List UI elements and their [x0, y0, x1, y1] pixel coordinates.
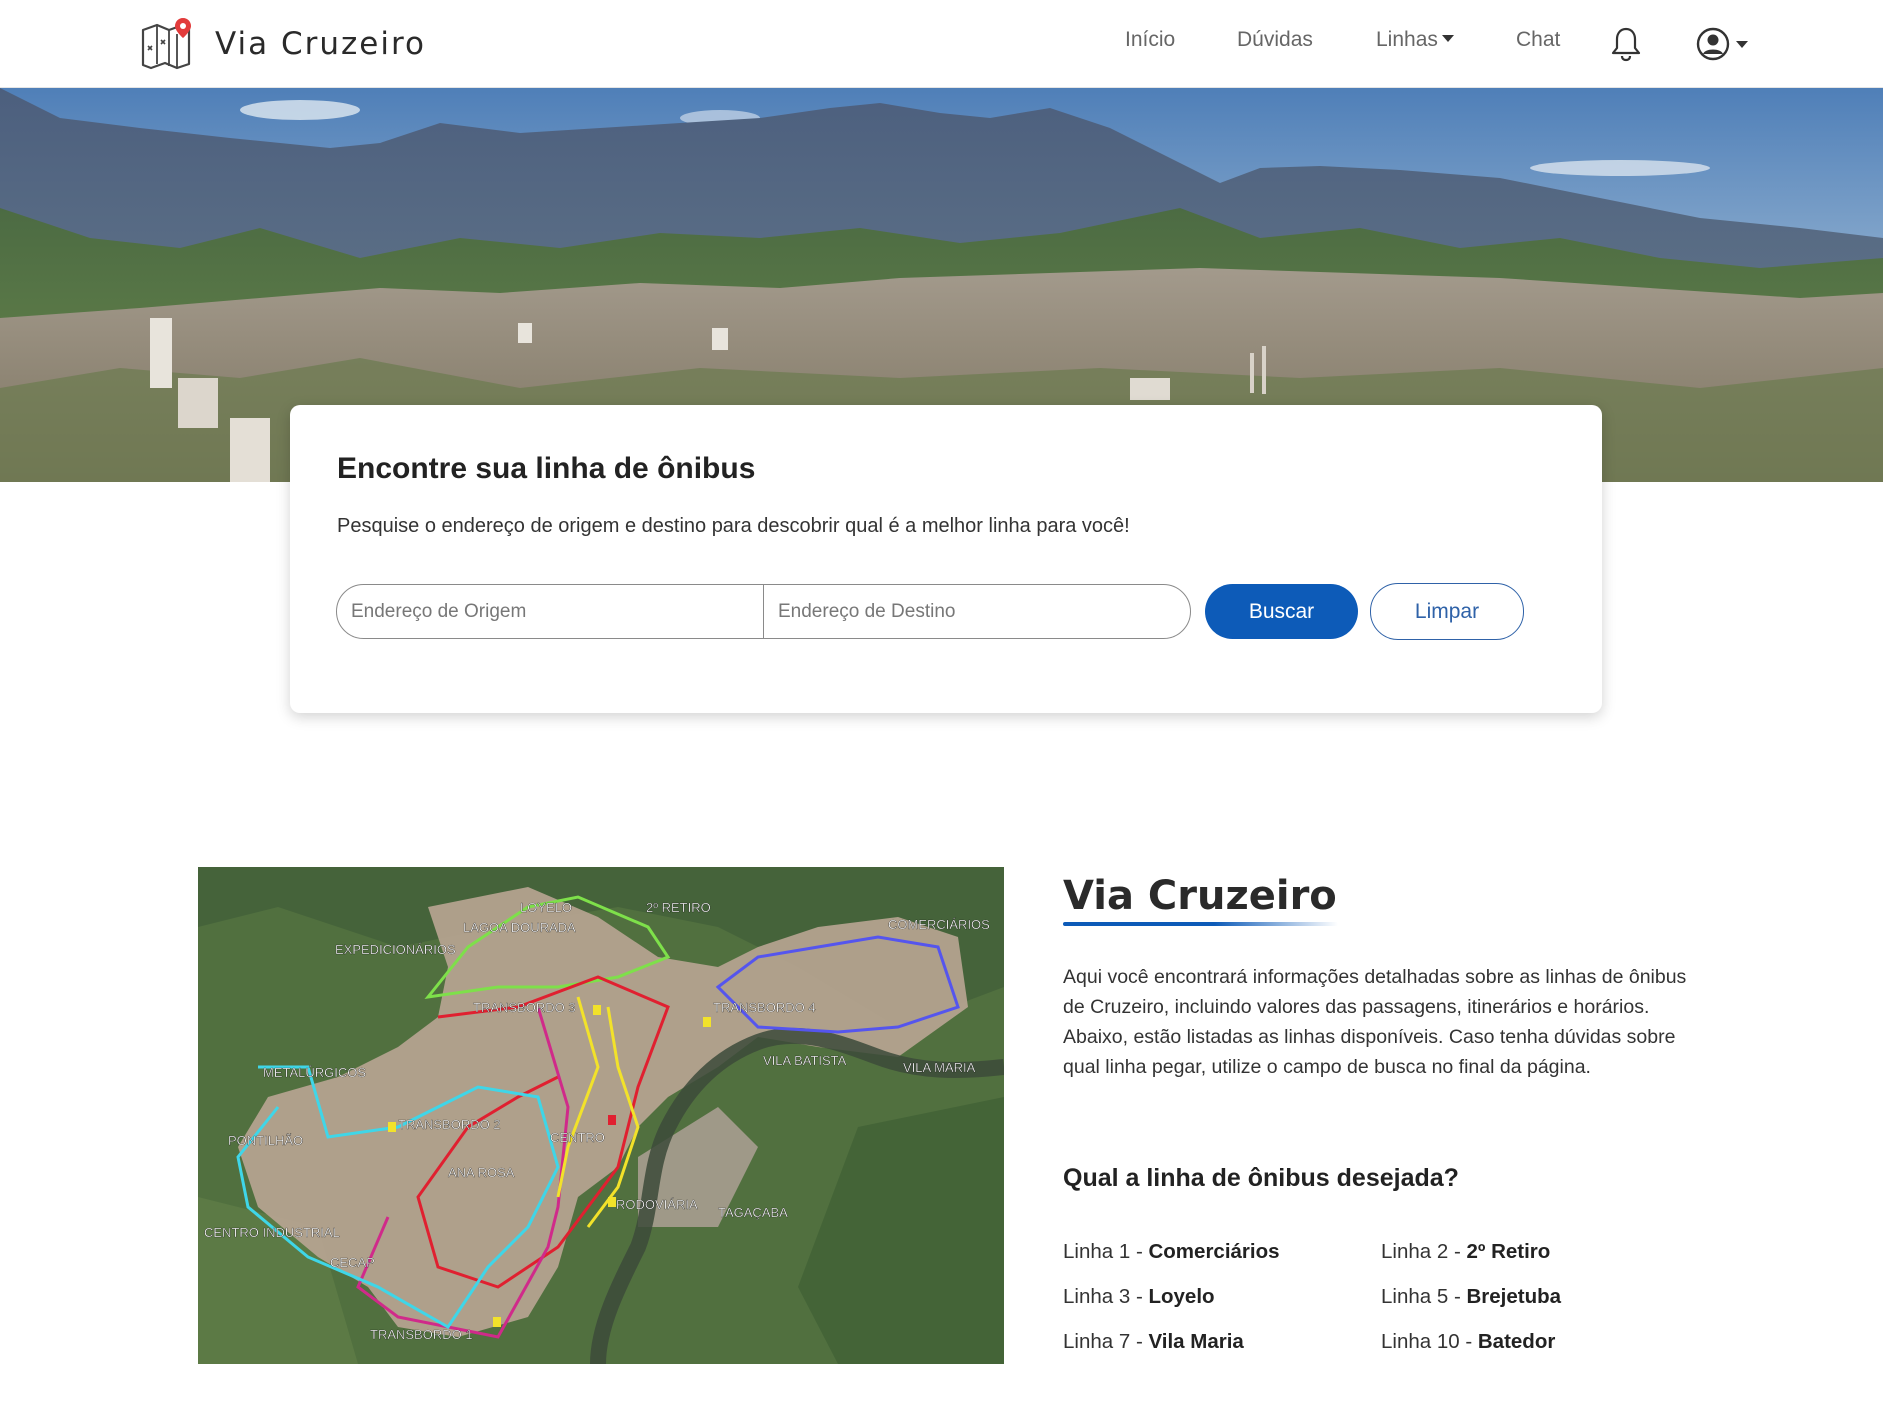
line-link-7[interactable]: Linha 7 - Vila Maria	[1063, 1330, 1244, 1354]
user-avatar-icon	[1696, 27, 1730, 61]
about-description: Aqui você encontrará informações detalha…	[1063, 966, 1687, 1078]
search-card: Encontre sua linha de ônibus Pesquise o …	[290, 405, 1602, 713]
nav-inicio[interactable]: Início	[1125, 28, 1175, 52]
title-underline	[1063, 922, 1338, 926]
map-label-transbordo-2: TRANSBORDO 2	[398, 1117, 501, 1132]
map-label-transbordo-4: TRANSBORDO 4	[713, 1000, 816, 1015]
map-label-rodoviaria: RODOVIÁRIA	[616, 1197, 698, 1212]
line-name: Vila Maria	[1148, 1330, 1244, 1353]
line-prefix: Linha 3 -	[1063, 1285, 1149, 1308]
map-label-transbordo-3: TRANSBORDO 3	[473, 1000, 576, 1015]
map-label-expedicionarios: EXPEDICIONÁRIOS	[335, 942, 456, 957]
map-label-loyelo: LOYELO	[520, 900, 572, 915]
line-prefix: Linha 1 -	[1063, 1240, 1149, 1263]
line-link-10[interactable]: Linha 10 - Batedor	[1381, 1330, 1555, 1354]
user-menu-dropdown[interactable]	[1696, 26, 1748, 62]
map-label-metalurgicos: METALÚRGICOS	[263, 1065, 366, 1080]
line-name: Brejetuba	[1466, 1285, 1562, 1308]
line-link-2[interactable]: Linha 2 - 2º Retiro	[1381, 1240, 1550, 1264]
line-name: 2º Retiro	[1466, 1240, 1551, 1263]
map-label-tagacaba: TAGAÇABA	[718, 1205, 788, 1220]
clear-button[interactable]: Limpar	[1370, 583, 1524, 640]
line-name: Batedor	[1477, 1330, 1556, 1353]
map-label-vila-batista: VILA BATISTA	[763, 1053, 847, 1068]
search-button[interactable]: Buscar	[1205, 584, 1358, 639]
map-label-2-retiro: 2º RETIRO	[646, 900, 711, 915]
search-title: Encontre sua linha de ônibus	[337, 452, 756, 485]
map-label-transbordo-1: TRANSBORDO 1	[370, 1327, 473, 1342]
lines-section-title: Qual a linha de ônibus desejada?	[1063, 1164, 1459, 1192]
bell-icon[interactable]	[1610, 26, 1642, 62]
nav-chat[interactable]: Chat	[1516, 28, 1560, 52]
navbar: Via Cruzeiro Início Dúvidas Linhas Chat	[0, 0, 1883, 88]
map-label-pontilhao: PONTILHÃO	[228, 1133, 303, 1148]
line-name: Loyelo	[1148, 1285, 1215, 1308]
map-label-centro-industrial: CENTRO INDUSTRIAL	[204, 1225, 340, 1240]
search-subtitle: Pesquise o endereço de origem e destino …	[337, 515, 1130, 537]
map-label-ana-rosa: ANA ROSA	[448, 1165, 515, 1180]
map-label-centro: CENTRO	[550, 1130, 605, 1145]
chevron-down-icon	[1441, 35, 1454, 42]
line-prefix: Linha 2 -	[1381, 1240, 1467, 1263]
line-prefix: Linha 7 -	[1063, 1330, 1149, 1353]
line-link-1[interactable]: Linha 1 - Comerciários	[1063, 1240, 1280, 1264]
about-title: Via Cruzeiro	[1063, 873, 1337, 919]
brand-name: Via Cruzeiro	[215, 26, 427, 62]
origin-address-input[interactable]	[336, 584, 764, 639]
bus-routes-map-image: LOYELO 2º RETIRO COMERCIÁRIOS LAGOA DOUR…	[198, 867, 1004, 1364]
line-link-3[interactable]: Linha 3 - Loyelo	[1063, 1285, 1215, 1309]
line-prefix: Linha 10 -	[1381, 1330, 1478, 1353]
map-label-cecap: CECAP	[330, 1255, 375, 1270]
map-label-vila-maria: VILA MARIA	[903, 1060, 976, 1075]
nav-linhas-dropdown[interactable]: Linhas	[1376, 28, 1454, 52]
chevron-down-icon	[1736, 40, 1748, 48]
line-name: Comerciários	[1148, 1240, 1280, 1263]
brand-link[interactable]: Via Cruzeiro	[139, 10, 426, 78]
nav-linhas-label: Linhas	[1376, 28, 1438, 51]
map-label-lagoa-dourada: LAGOA DOURADA	[463, 920, 576, 935]
line-link-5[interactable]: Linha 5 - Brejetuba	[1381, 1285, 1561, 1309]
nav-duvidas[interactable]: Dúvidas	[1237, 28, 1313, 52]
map-logo-icon	[141, 18, 191, 70]
line-prefix: Linha 5 -	[1381, 1285, 1467, 1308]
map-label-comerciarios: COMERCIÁRIOS	[888, 917, 990, 932]
address-input-group	[336, 584, 1192, 639]
destination-address-input[interactable]	[763, 584, 1191, 639]
